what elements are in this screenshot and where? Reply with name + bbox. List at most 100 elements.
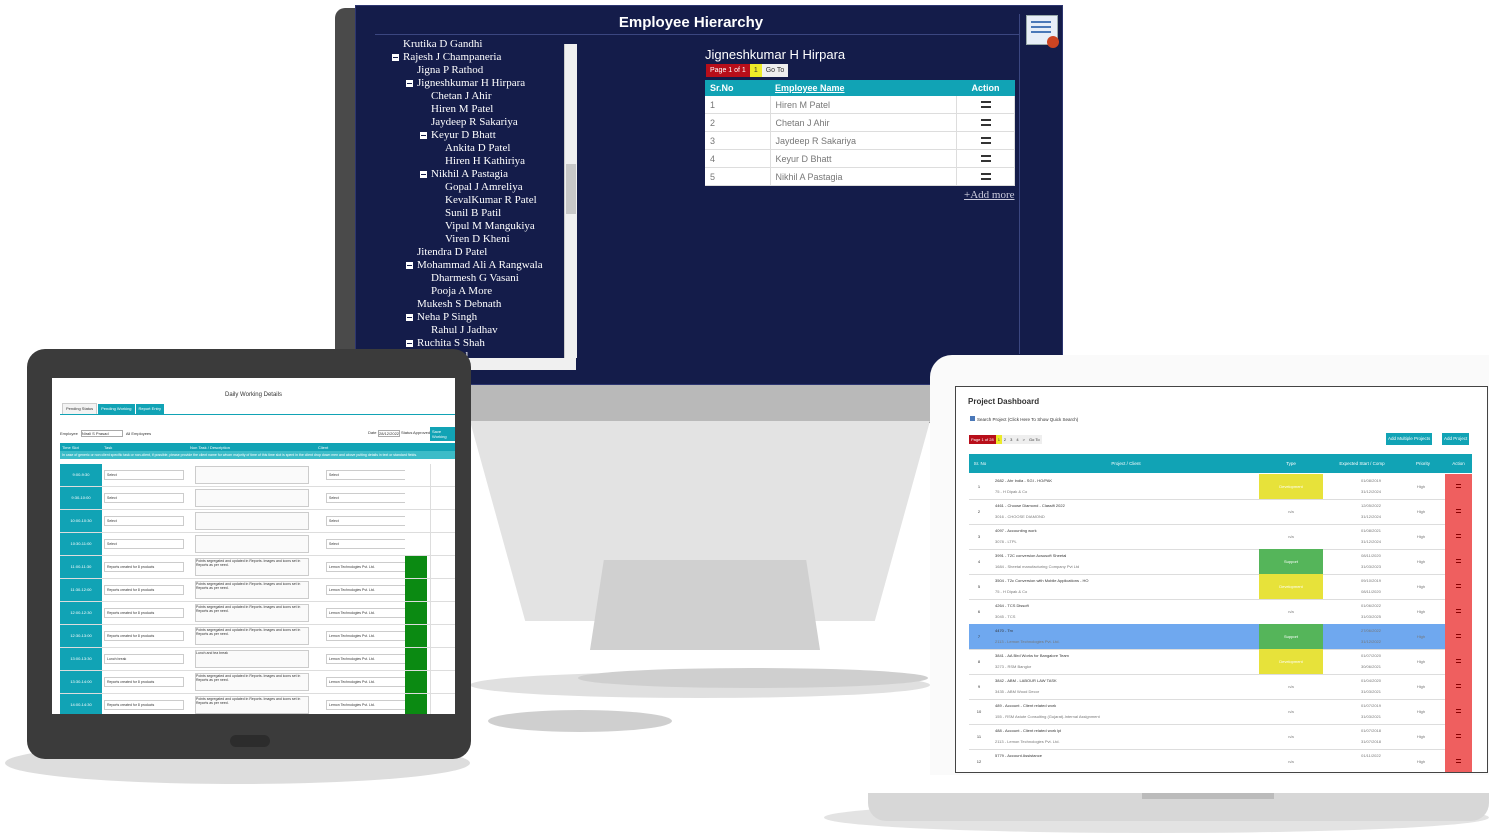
list-icon[interactable] bbox=[980, 172, 991, 180]
row-action[interactable] bbox=[430, 694, 455, 714]
client-select[interactable]: Lemon Technologies Pvt. Ltd. bbox=[326, 700, 406, 710]
date-input[interactable]: 28/12/2022 bbox=[378, 430, 401, 437]
project-name[interactable]: 488 - Account - Client related work lpl bbox=[995, 728, 1061, 733]
tree-node[interactable]: Nikhil A Pastagia bbox=[420, 168, 508, 180]
task-select[interactable]: Reports created for 8 products bbox=[104, 700, 184, 710]
action-cell[interactable] bbox=[1445, 599, 1472, 624]
description-input[interactable]: Points segregated and updated in Reports… bbox=[195, 558, 309, 576]
project-name[interactable]: 4264 - TCS Dissoft bbox=[995, 603, 1029, 608]
client-select[interactable]: Select bbox=[326, 539, 406, 549]
client-select[interactable]: Lemon Technologies Pvt. Ltd. bbox=[326, 677, 406, 687]
task-select[interactable]: Select bbox=[104, 470, 184, 480]
client-select[interactable]: Lemon Technologies Pvt. Ltd. bbox=[326, 631, 406, 641]
list-icon[interactable] bbox=[1456, 559, 1461, 563]
tree-node[interactable]: Neha P Singh bbox=[406, 311, 477, 323]
description-input[interactable]: Points segregated and updated in Reports… bbox=[195, 604, 309, 622]
action-cell[interactable] bbox=[1445, 574, 1472, 599]
description-input[interactable] bbox=[195, 512, 309, 530]
list-icon[interactable] bbox=[1456, 609, 1461, 613]
task-select[interactable]: Select bbox=[104, 516, 184, 526]
project-name[interactable]: 489 - Account - Client related work bbox=[995, 703, 1056, 708]
export-report-icon[interactable] bbox=[1026, 15, 1059, 48]
description-input[interactable]: Points segregated and updated in Reports… bbox=[195, 696, 309, 714]
action-cell[interactable] bbox=[956, 96, 1015, 114]
employee-tree[interactable]: Krutika D Gandhi Rajesh J Champaneria Jign… bbox=[392, 40, 564, 362]
description-input[interactable]: Points segregated and updated in Reports… bbox=[195, 627, 309, 645]
collapse-icon[interactable] bbox=[392, 53, 399, 61]
project-name[interactable]: 4097 - Accounting work bbox=[995, 528, 1037, 533]
task-select[interactable]: Reports created for 8 products bbox=[104, 631, 184, 641]
action-cell[interactable] bbox=[1445, 549, 1472, 574]
row-action[interactable] bbox=[430, 556, 455, 578]
project-name[interactable]: 3841 - AA Bird Works for Bangalore Team bbox=[995, 653, 1069, 658]
project-name[interactable]: 3991 - T2C conversion Acsusoft Sheetal bbox=[995, 553, 1066, 558]
tree-node[interactable]: Pooja A More bbox=[431, 285, 492, 297]
action-cell[interactable] bbox=[1445, 724, 1472, 749]
client-select[interactable]: Select bbox=[326, 516, 406, 526]
tree-node[interactable]: Hiren H Kathiriya bbox=[445, 155, 525, 167]
client-select[interactable]: Lemon Technologies Pvt. Ltd. bbox=[326, 562, 406, 572]
collapse-icon[interactable] bbox=[420, 170, 427, 178]
task-select[interactable]: Lunch break bbox=[104, 654, 184, 664]
tab-report-entry[interactable]: Report Entry bbox=[135, 404, 164, 414]
task-select[interactable]: Select bbox=[104, 493, 184, 503]
add-more-link[interactable]: +Add more bbox=[964, 189, 1015, 201]
action-cell[interactable] bbox=[1445, 649, 1472, 674]
save-working-button[interactable]: Save Working bbox=[430, 427, 455, 441]
tree-node[interactable]: Jaydeep R Sakariya bbox=[431, 116, 518, 128]
tree-node[interactable]: Ruchita S Shah bbox=[406, 337, 485, 349]
action-cell[interactable] bbox=[1445, 624, 1472, 649]
list-icon[interactable] bbox=[1456, 634, 1461, 638]
action-cell[interactable] bbox=[956, 167, 1015, 186]
task-select[interactable]: Reports created for 8 products bbox=[104, 677, 184, 687]
project-name[interactable]: 3842 - ABM - LABOUR LAW TASK bbox=[995, 678, 1057, 683]
table-row[interactable]: 1 2682 - Ahr India - SGI - HO/PAK 75 - H D… bbox=[969, 474, 1472, 500]
table-row[interactable]: 6 4264 - TCS Dissoft 3045 - TCS n/a 01/06/20… bbox=[969, 599, 1472, 625]
row-action[interactable] bbox=[430, 648, 455, 670]
project-name[interactable]: 3504 - T2c Conversion with Mobile Applic… bbox=[995, 578, 1089, 583]
tree-node[interactable]: Vipul M Mangukiya bbox=[445, 220, 535, 232]
client-select[interactable]: Lemon Technologies Pvt. Ltd. bbox=[326, 608, 406, 618]
project-name[interactable]: 2682 - Ahr India - SGI - HO/PAK bbox=[995, 478, 1052, 483]
list-icon[interactable] bbox=[1456, 709, 1461, 713]
tree-node[interactable]: Chetan J Ahir bbox=[431, 90, 492, 102]
project-name[interactable]: 5779 - Account Assistance bbox=[995, 753, 1042, 758]
goto-button[interactable]: Go To bbox=[1026, 435, 1042, 444]
action-cell[interactable] bbox=[956, 113, 1015, 132]
tree-node[interactable]: Jigneshkumar H Hirpara bbox=[406, 77, 525, 89]
list-icon[interactable] bbox=[1456, 659, 1461, 663]
list-icon[interactable] bbox=[1456, 534, 1461, 538]
row-action[interactable] bbox=[430, 487, 455, 509]
action-cell[interactable] bbox=[956, 149, 1015, 168]
table-row[interactable]: 3 4097 - Accounting work 3078 - LTPL n/a 01/… bbox=[969, 524, 1472, 550]
client-select[interactable]: Lemon Technologies Pvt. Ltd. bbox=[326, 585, 406, 595]
client-select[interactable]: Select bbox=[326, 493, 406, 503]
tree-node[interactable]: Viren D Kheni bbox=[445, 233, 510, 245]
action-cell[interactable] bbox=[1445, 699, 1472, 724]
description-input[interactable]: Points segregated and updated in Reports… bbox=[195, 581, 309, 599]
collapse-icon[interactable] bbox=[406, 313, 413, 321]
list-icon[interactable] bbox=[980, 100, 991, 108]
tree-node[interactable]: Hiren M Patel bbox=[431, 103, 493, 115]
tree-node[interactable]: Sunil B Patil bbox=[445, 207, 501, 219]
tree-node[interactable]: Mukesh S Debnath bbox=[417, 298, 501, 310]
action-cell[interactable] bbox=[1445, 524, 1472, 549]
row-action[interactable] bbox=[430, 533, 455, 555]
row-action[interactable] bbox=[430, 625, 455, 647]
row-action[interactable] bbox=[430, 464, 455, 486]
tree-node[interactable]: Mohammad Ali A Rangwala bbox=[406, 259, 543, 271]
list-icon[interactable] bbox=[1456, 584, 1461, 588]
employee-select[interactable]: Nirali S Prasad bbox=[80, 430, 123, 437]
list-icon[interactable] bbox=[1456, 509, 1461, 513]
table-row[interactable]: 5 3504 - T2c Conversion with Mobile Appli… bbox=[969, 574, 1472, 600]
tree-node[interactable]: Jitendra D Patel bbox=[417, 246, 487, 258]
tree-scrollbar[interactable] bbox=[564, 44, 577, 358]
action-cell[interactable] bbox=[1445, 474, 1472, 499]
page-input[interactable]: 1 bbox=[749, 64, 762, 77]
table-row[interactable]: 7 4470 - Trx 2113 - Lemon Technologies Pvt… bbox=[969, 624, 1472, 650]
action-cell[interactable] bbox=[1445, 499, 1472, 524]
row-action[interactable] bbox=[430, 510, 455, 532]
list-icon[interactable] bbox=[1456, 759, 1461, 763]
task-select[interactable]: Reports created for 8 products bbox=[104, 585, 184, 595]
collapse-icon[interactable] bbox=[420, 131, 427, 139]
